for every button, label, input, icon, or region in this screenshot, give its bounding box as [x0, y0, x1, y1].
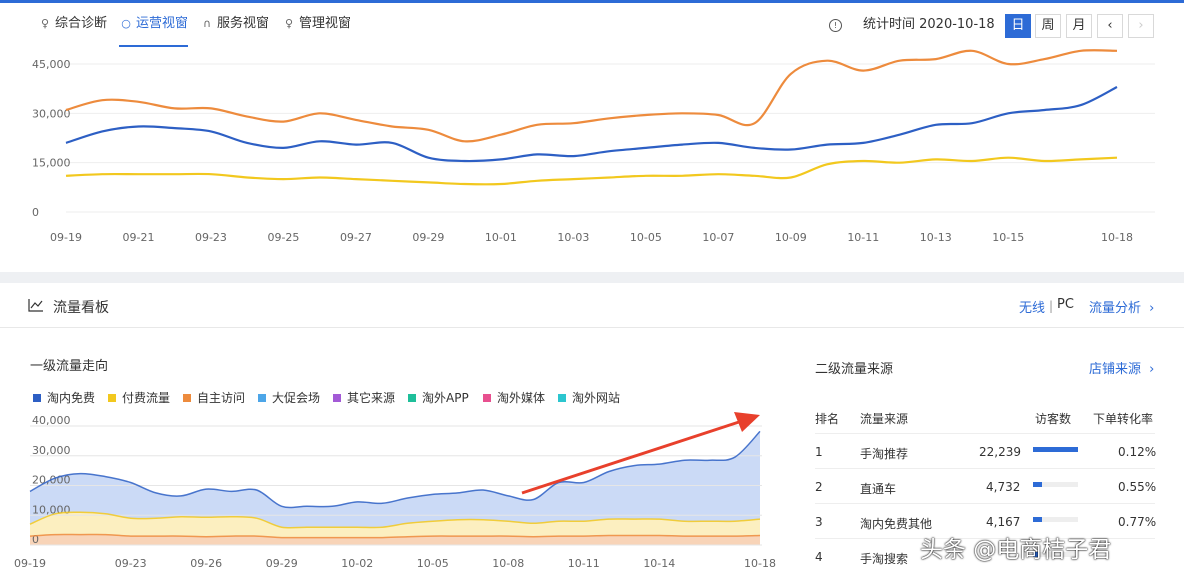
x-tick-label: 09-27 [340, 231, 372, 244]
visitors-cell: 4,167 [986, 515, 1021, 529]
x-tick-label: 09-21 [122, 231, 154, 244]
x-tick-label: 10-08 [492, 557, 524, 570]
series-line [65, 156, 1118, 186]
row-divider [815, 468, 1155, 469]
series-line [65, 86, 1118, 163]
y-tick-label: 40,000 [32, 414, 71, 427]
x-tick-label: 10-05 [630, 231, 662, 244]
rank-header: 排名 [815, 412, 840, 426]
visitors-cell: 22,239 [979, 445, 1021, 459]
pc-toggle[interactable]: PC [1057, 297, 1074, 312]
y-tick-label: 15,000 [32, 157, 71, 170]
traffic-area-chart: 010,00020,00030,00040,00009-19 09-23 09-26… [14, 412, 776, 570]
x-tick-label: 09-25 [267, 231, 299, 244]
traffic-analysis-link[interactable]: 流量分析 › [1089, 297, 1154, 316]
x-tick-label: 09-23 [195, 231, 227, 244]
x-tick-label: 10-11 [847, 231, 879, 244]
x-tick-label: 09-23 [115, 557, 147, 570]
x-tick-label: 10-07 [702, 231, 734, 244]
visitor-share-fill [1033, 482, 1043, 487]
visitor-share-bar [1033, 482, 1078, 487]
wireless-toggle[interactable]: 无线 [1019, 297, 1045, 316]
conversion-header[interactable]: 下单转化率 [1093, 410, 1153, 427]
y-tick-label: 45,000 [32, 58, 71, 71]
rank-cell: 2 [815, 480, 823, 494]
x-tick-label: 09-29 [266, 557, 298, 570]
x-tick-label: 10-13 [920, 231, 952, 244]
x-tick-label: 10-14 [643, 557, 675, 570]
row-divider [815, 503, 1155, 504]
shop-source-link[interactable]: 店铺来源 › [1089, 358, 1154, 377]
secondary-source-title: 二级流量来源 [815, 362, 894, 377]
overview-panel: ♀ 综合诊断 ○ 运营视窗 ∩ 服务视窗 ♀ 管理视窗 ! 统计时间 2020-10-1… [0, 3, 1184, 272]
x-tick-label: 09-29 [412, 231, 444, 244]
conversion-cell: 0.77% [1118, 515, 1157, 529]
chevron-right-icon: › [1149, 301, 1155, 316]
y-tick-label: 0 [32, 206, 39, 219]
watermark: 头条 @电商桔子君 [920, 537, 1112, 563]
x-tick-label: 10-18 [1101, 231, 1133, 244]
row-divider [815, 433, 1155, 434]
conversion-cell: 0.55% [1118, 480, 1157, 494]
x-tick-label: 10-02 [341, 557, 373, 570]
x-tick-label: 10-09 [775, 231, 807, 244]
x-tick-label: 10-11 [568, 557, 600, 570]
x-tick-label: 10-03 [557, 231, 589, 244]
conversion-cell: 0.12% [1118, 445, 1157, 459]
terminal-separator: | [1049, 299, 1054, 313]
visitors-header[interactable]: 访客数 [1035, 410, 1071, 427]
visitor-share-bar [1033, 517, 1078, 522]
x-tick-label: 09-26 [190, 557, 222, 570]
chevron-right-icon: › [1149, 362, 1155, 377]
x-tick-label: 10-01 [485, 231, 517, 244]
visitor-share-fill [1033, 517, 1042, 522]
x-tick-label: 09-19 [50, 231, 82, 244]
rank-cell: 4 [815, 550, 823, 564]
rank-cell: 3 [815, 515, 823, 529]
source-header: 流量来源 [860, 412, 909, 426]
source-cell: 手淘推荐 [860, 447, 909, 461]
x-tick-label: 10-15 [992, 231, 1024, 244]
y-tick-label: 30,000 [32, 444, 71, 457]
visitor-share-fill [1033, 447, 1078, 452]
traffic-analysis-label: 流量分析 [1089, 301, 1142, 316]
y-tick-label: 30,000 [32, 107, 71, 120]
source-cell: 直通车 [860, 482, 897, 496]
visitor-share-bar [1033, 447, 1078, 452]
trend-line-chart: 0 15,000 30,000 45,000 09-19 09-21 09-23 09-25 0… [32, 49, 1155, 244]
shop-source-label: 店铺来源 [1089, 362, 1142, 377]
visitors-cell: 4,732 [986, 480, 1021, 494]
x-tick-label: 10-18 [744, 557, 776, 570]
x-tick-label: 10-05 [417, 557, 449, 570]
source-cell: 手淘搜索 [860, 552, 909, 566]
rank-cell: 1 [815, 445, 823, 459]
x-tick-label: 09-19 [14, 557, 46, 570]
